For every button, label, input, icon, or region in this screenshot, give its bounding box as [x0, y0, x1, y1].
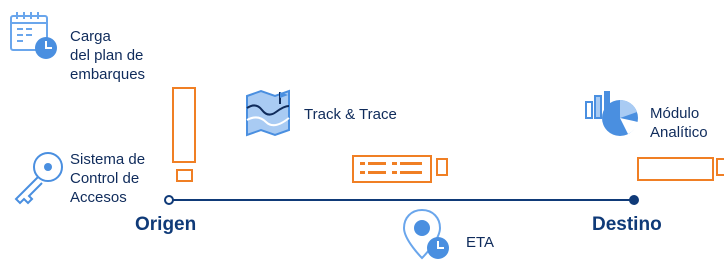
acceso-label: Sistema de Control de Accesos — [70, 151, 146, 206]
analytics-chart-icon — [584, 88, 642, 140]
modulo-label: Módulo Analítico — [650, 105, 708, 141]
orange-small-box-3 — [716, 158, 724, 176]
orange-wide-box — [637, 157, 714, 181]
carga-label: Carga del plan de embarques — [70, 28, 146, 83]
orange-vertical-marker — [172, 87, 196, 163]
origin-label: Origen — [135, 214, 197, 235]
eta-label: ETA — [466, 234, 495, 251]
calendar-clock-icon — [8, 8, 60, 60]
orange-small-box-2 — [436, 158, 448, 176]
origin-dot — [164, 195, 174, 205]
orange-list-box — [352, 155, 432, 183]
key-icon — [10, 148, 68, 206]
destination-dot — [629, 195, 639, 205]
track-trace-label: Track & Trace — [304, 106, 397, 123]
map-route-icon — [244, 88, 296, 138]
location-pin-clock-icon — [402, 208, 454, 261]
timeline-line — [169, 199, 634, 201]
orange-small-box — [176, 169, 193, 182]
destination-label: Destino — [592, 214, 662, 235]
